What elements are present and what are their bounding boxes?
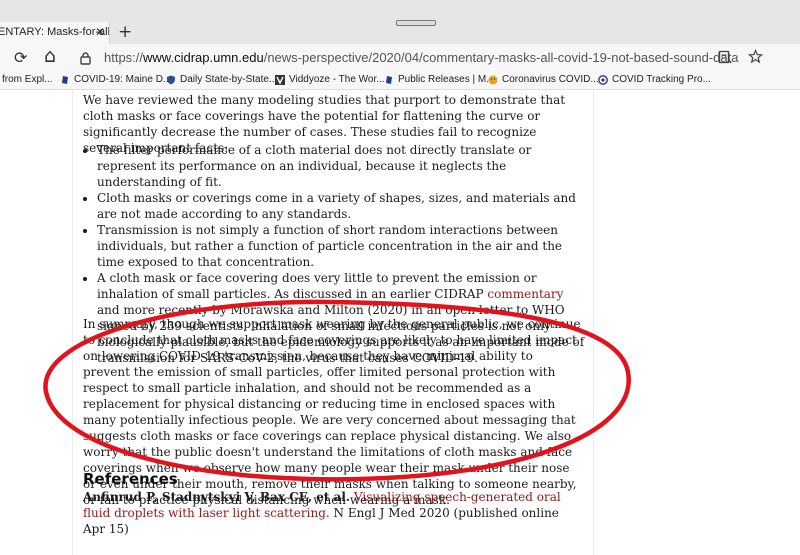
maine-icon: [386, 75, 392, 84]
url-scheme: https://: [104, 50, 144, 65]
lock-icon[interactable]: [80, 52, 91, 65]
globe-icon: [598, 74, 608, 85]
list-item: Cloth masks or coverings come in a varie…: [97, 190, 585, 222]
bookmark-item[interactable]: Public Releases | M...: [384, 74, 495, 85]
shield-icon: [167, 75, 175, 84]
reference-entry: Anfinrud P, Stadnytskyi V, Bax CE, et al…: [83, 489, 583, 537]
home-icon[interactable]: ⌂: [44, 45, 56, 67]
bookmark-label: Viddyoze - The Wor...: [289, 74, 385, 85]
bookmark-label: Daily State-by-State...: [180, 74, 278, 85]
article-content: We have reviewed the many modeling studi…: [72, 90, 594, 555]
references-heading: References: [83, 470, 178, 488]
bookmark-label: Public Releases | M...: [398, 74, 495, 85]
close-icon[interactable]: ✕: [95, 25, 105, 39]
favorite-star-icon[interactable]: [748, 49, 763, 64]
smiley-icon: [488, 75, 498, 84]
list-item-text: A cloth mask or face covering does very …: [97, 271, 537, 301]
bookmark-item[interactable]: COVID-19: Maine D...: [60, 74, 171, 85]
tab-strip: ENTARY: Masks-for-all for ✕ +: [0, 0, 800, 44]
new-tab-button[interactable]: +: [118, 23, 132, 41]
url-path: /news-perspective/2020/04/commentary-mas…: [263, 50, 739, 65]
bookmark-label: COVID Tracking Pro...: [612, 74, 711, 85]
bookmark-item[interactable]: from Expl...: [2, 74, 53, 85]
bookmark-item[interactable]: Daily State-by-State...: [166, 74, 277, 85]
commentary-link[interactable]: commentary: [487, 287, 563, 301]
address-bar[interactable]: https://www.cidrap.umn.edu/news-perspect…: [104, 50, 738, 65]
tab-title: ENTARY: Masks-for-all for: [0, 26, 110, 38]
refresh-icon[interactable]: ⟳: [14, 47, 27, 69]
reader-view-icon[interactable]: [718, 50, 733, 65]
maine-icon: [62, 75, 68, 84]
window-drag-handle[interactable]: [396, 20, 436, 26]
url-host: www.cidrap.umn.edu: [143, 50, 264, 65]
bookmark-item[interactable]: Coronavirus COVID...: [488, 74, 599, 85]
bookmark-label: from Expl...: [2, 74, 53, 85]
bookmark-item[interactable]: COVID Tracking Pro...: [598, 74, 711, 85]
v-icon: [275, 74, 285, 85]
reference-authors: Anfinrud P, Stadnytskyi V, Bax CE, et al…: [83, 490, 351, 504]
list-item: Transmission is not simply a function of…: [97, 222, 585, 270]
bookmarks-bar: from Expl... COVID-19: Maine D... Daily …: [0, 72, 800, 90]
list-item: The filter performance of a cloth materi…: [97, 142, 585, 190]
bookmark-item[interactable]: Viddyoze - The Wor...: [275, 74, 385, 85]
bookmark-label: COVID-19: Maine D...: [74, 74, 172, 85]
tab-active[interactable]: ENTARY: Masks-for-all for ✕: [0, 22, 110, 44]
navigation-bar: ⟳ ⌂ https://www.cidrap.umn.edu/news-pers…: [0, 44, 800, 72]
bookmark-label: Coronavirus COVID...: [502, 74, 599, 85]
